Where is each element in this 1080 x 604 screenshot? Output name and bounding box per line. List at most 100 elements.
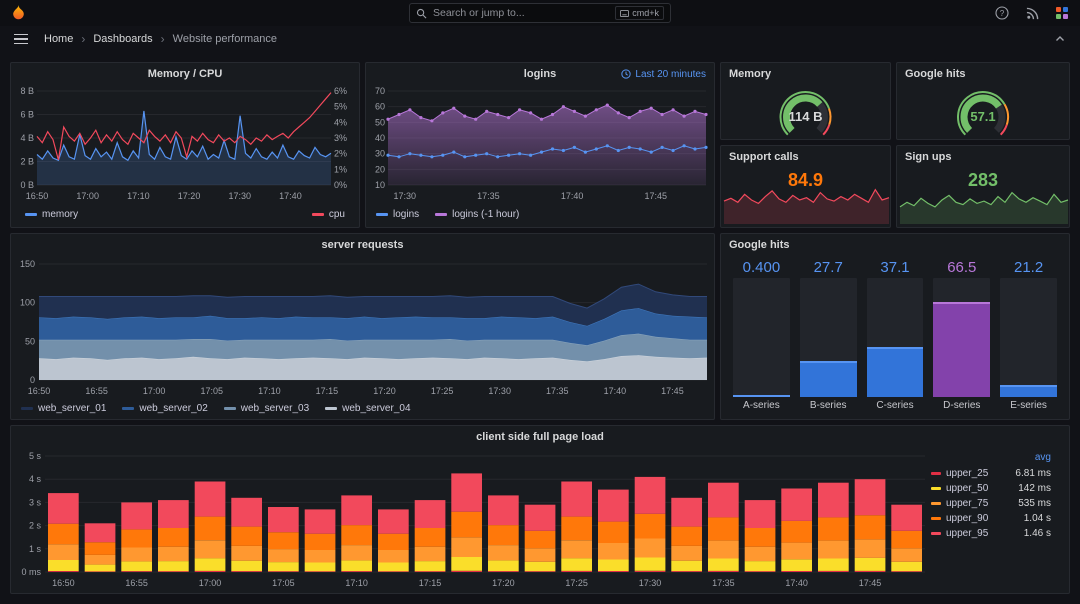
panel-sign-ups: Sign ups 283	[896, 145, 1070, 228]
svg-text:10: 10	[375, 180, 385, 190]
svg-text:17:40: 17:40	[604, 386, 627, 396]
time-range-link[interactable]: Last 20 minutes	[621, 63, 706, 85]
legend-item[interactable]: logins (-1 hour)	[435, 209, 519, 220]
bar-gauge-a-series[interactable]: 0.400 A-series	[733, 258, 790, 413]
panel-title-sign-ups[interactable]: Sign ups	[897, 146, 1069, 168]
legend-label: logins	[393, 208, 420, 220]
panel-server-requests: server requests 0 50 100 150 16:50 16:55 17:00…	[10, 233, 715, 420]
breadcrumb-home[interactable]: Home	[44, 33, 73, 45]
panel-memory-gauge: Memory 114 B	[720, 62, 891, 140]
svg-text:17:45: 17:45	[645, 191, 668, 201]
bar-label: E-series	[1010, 400, 1047, 411]
panel-logins: logins Last 20 minutes 10 20 30 40 50 60 70 17:…	[365, 62, 715, 228]
svg-text:17:00: 17:00	[199, 578, 222, 588]
svg-text:17:35: 17:35	[712, 578, 735, 588]
panel-title-support-calls[interactable]: Support calls	[721, 146, 890, 168]
panel-title-text: Memory / CPU	[147, 68, 223, 80]
bar-gauge-b-series[interactable]: 27.7 B-series	[799, 258, 857, 413]
panel-title-server-requests[interactable]: server requests	[11, 234, 714, 256]
logins-chart[interactable]: 10 20 30 40 50 60 70 17:30 17:35 17:40 17:45	[366, 85, 714, 203]
panel-title-google-hits[interactable]: Google hits	[897, 63, 1069, 85]
panel-title-text: Memory	[729, 68, 772, 80]
bar-track	[799, 278, 857, 397]
menu-icon[interactable]	[14, 33, 28, 45]
panel-title-text: client side full page load	[476, 431, 604, 443]
svg-text:6%: 6%	[334, 86, 347, 96]
svg-text:16:50: 16:50	[52, 578, 75, 588]
legend-label: web_server_02	[139, 402, 208, 414]
panel-title-memory-cpu[interactable]: Memory / CPU	[11, 63, 359, 85]
svg-text:17:25: 17:25	[565, 578, 588, 588]
bar-value: 0.400	[742, 259, 781, 276]
bar-label: A-series	[743, 400, 780, 411]
panel-title-page-load[interactable]: client side full page load	[11, 426, 1069, 448]
logins-legend: logins logins (-1 hour)	[366, 203, 714, 225]
google-hits-bar-gauge: 0.400 A-series 27.7 B-series 37.1 C-series 66.…	[721, 256, 1069, 419]
svg-text:17:30: 17:30	[228, 191, 251, 201]
panel-title-text: server requests	[321, 239, 404, 251]
bar-fill	[733, 395, 790, 397]
svg-text:0 B: 0 B	[20, 180, 34, 190]
svg-text:2%: 2%	[334, 149, 347, 159]
search-box[interactable]: cmd+k	[409, 3, 671, 23]
legend-item[interactable]: upper_75 535 ms	[931, 496, 1051, 511]
panel-title-logins[interactable]: logins Last 20 minutes	[366, 63, 714, 85]
support-calls-value: 84.9	[787, 170, 824, 190]
memory-cpu-chart[interactable]: 0 B 2 B 4 B 6 B 8 B 0% 1% 2% 3% 4% 5% 6% 16:50 17:00 1…	[11, 85, 359, 203]
panel-title-memory[interactable]: Memory	[721, 63, 890, 85]
memory-cpu-legend: memory cpu	[11, 203, 359, 225]
svg-text:17:40: 17:40	[785, 578, 808, 588]
search-input[interactable]	[433, 7, 610, 19]
rss-icon[interactable]	[1024, 5, 1040, 21]
legend-item[interactable]: logins	[376, 209, 419, 220]
legend-item[interactable]: web_server_02	[122, 402, 208, 414]
legend-item[interactable]: cpu	[311, 208, 345, 220]
help-icon[interactable]: ?	[994, 5, 1010, 21]
top-navbar: cmd+k ?	[0, 0, 1080, 26]
keyboard-icon	[620, 9, 630, 17]
legend-item[interactable]: upper_90 1.04 s	[931, 511, 1051, 526]
legend-item[interactable]: upper_95 1.46 s	[931, 526, 1051, 541]
legend-avg-value: 535 ms	[1018, 498, 1051, 509]
bar-gauge-d-series[interactable]: 66.5 D-series	[933, 258, 991, 413]
svg-text:17:20: 17:20	[178, 191, 201, 201]
navbar-actions: ?	[994, 5, 1070, 21]
legend-label: cpu	[328, 208, 345, 220]
server-requests-chart[interactable]: 0 50 100 150 16:50 16:55 17:00 17:05 17:10 17:15 1…	[11, 256, 714, 397]
shortcut-badge: cmd+k	[615, 6, 664, 20]
bar-gauge-c-series[interactable]: 37.1 C-series	[866, 258, 924, 413]
bar-gauge-e-series[interactable]: 21.2 E-series	[1000, 258, 1057, 413]
legend-item[interactable]: web_server_04	[325, 403, 411, 414]
svg-text:4%: 4%	[334, 117, 347, 127]
bar-value: 37.1	[880, 259, 910, 276]
svg-text:3 s: 3 s	[29, 497, 42, 507]
legend-item[interactable]: web_server_01	[21, 403, 106, 414]
legend-item[interactable]: upper_25 6.81 ms	[931, 466, 1051, 481]
svg-text:17:05: 17:05	[200, 386, 223, 396]
breadcrumb-separator: ›	[81, 32, 86, 46]
clock-icon	[621, 69, 632, 79]
svg-text:2 B: 2 B	[20, 157, 34, 167]
panel-title-google-hits-bars[interactable]: Google hits	[721, 234, 1069, 256]
grafana-logo-icon[interactable]	[10, 4, 27, 22]
svg-text:2 s: 2 s	[29, 521, 42, 531]
dashboard-canvas: Memory / CPU 0 B 2 B 4 B 6 B 8 B 0% 1% 2% 3% 4% 5%…	[0, 52, 1080, 604]
legend-item[interactable]: web_server_03	[223, 403, 309, 414]
page-load-chart[interactable]: 0 ms 1 s 2 s 3 s 4 s 5 s 16:50 16:55 17:00 17:05 1…	[11, 448, 931, 593]
legend-item[interactable]: upper_50 142 ms	[931, 481, 1051, 496]
legend-item[interactable]: memory	[25, 209, 78, 220]
time-range-label: Last 20 minutes	[635, 68, 706, 80]
chevron-up-icon[interactable]	[1054, 33, 1066, 45]
svg-text:4 B: 4 B	[20, 133, 34, 143]
legend-swatch	[931, 472, 941, 475]
sign-ups-value: 283	[967, 170, 999, 190]
bar-track	[933, 278, 991, 397]
svg-text:0 ms: 0 ms	[21, 567, 41, 577]
legend-label: web_server_01	[38, 402, 107, 414]
svg-text:17:20: 17:20	[492, 578, 515, 588]
breadcrumb-dashboards[interactable]: Dashboards	[93, 33, 152, 45]
apps-icon[interactable]	[1054, 5, 1070, 21]
svg-text:6 B: 6 B	[20, 110, 34, 120]
svg-text:17:45: 17:45	[661, 386, 684, 396]
legend-swatch	[931, 517, 941, 520]
